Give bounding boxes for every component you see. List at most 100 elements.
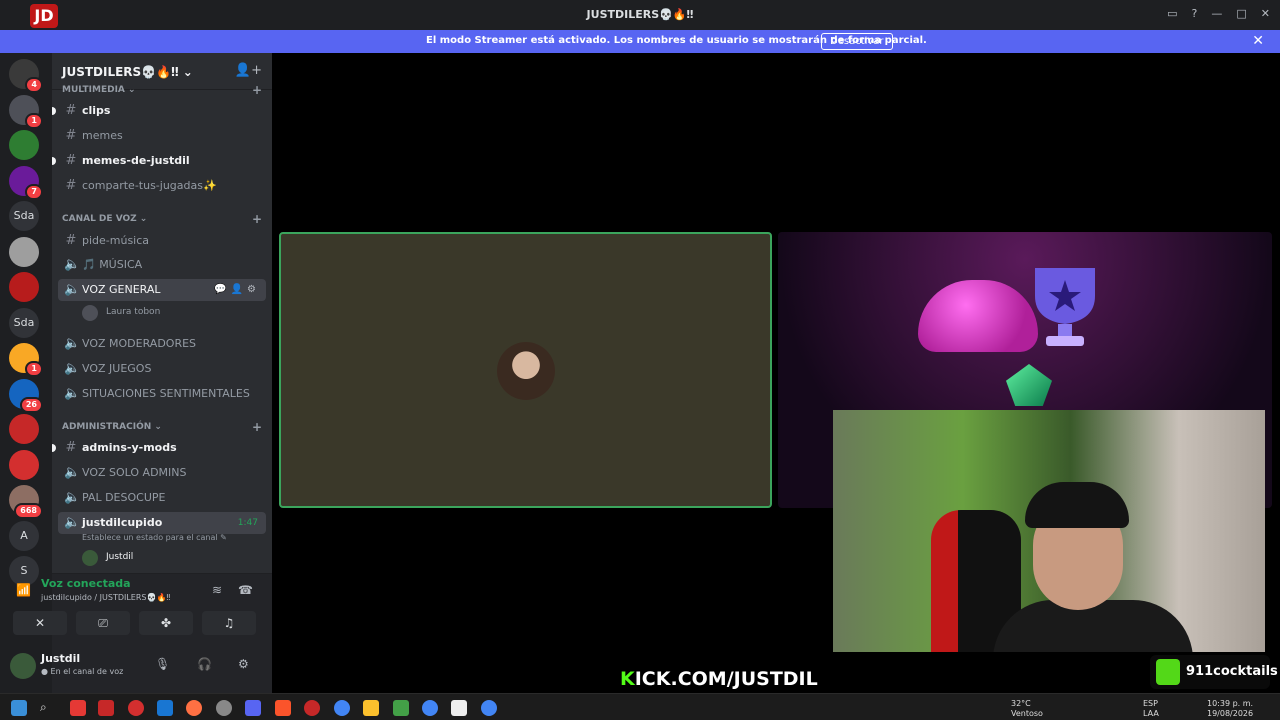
server-icon[interactable]: 4 — [9, 59, 43, 93]
avatar — [82, 305, 98, 321]
taskbar-app-icon[interactable] — [393, 700, 409, 716]
category-canal-de-voz[interactable]: CANAL DE VOZ ⌄ + — [62, 212, 262, 228]
discord-icon[interactable] — [245, 700, 261, 716]
channel-pide-musica[interactable]: # pide-música — [58, 230, 266, 252]
headphones-icon[interactable]: 🎧 — [197, 657, 212, 671]
file-explorer-icon[interactable] — [363, 700, 379, 716]
screen-share-button[interactable]: ⎚ — [76, 611, 130, 635]
server-icon[interactable] — [9, 236, 39, 267]
avatar — [82, 550, 98, 566]
server-icon[interactable]: 1 — [9, 94, 43, 129]
guild-name[interactable]: JUSTDILERS💀🔥‼ ⌄ — [62, 65, 193, 79]
capcut-icon[interactable] — [451, 700, 467, 716]
voice-connected-channel[interactable]: justdilcupido / JUSTDILERS💀🔥‼ — [41, 593, 170, 602]
channel-label: VOZ GENERAL — [82, 283, 161, 296]
channel-label: PAL DESOCUPE — [82, 491, 166, 504]
channel-label: clips — [82, 104, 111, 117]
channel-voz-moderadores[interactable]: 🔈 VOZ MODERADORES — [58, 333, 266, 355]
language-indicator[interactable]: ESP LAA — [1143, 699, 1159, 719]
channel-label: comparte-tus-jugadas✨ — [82, 179, 217, 192]
user-avatar[interactable] — [10, 653, 36, 679]
taskbar-app-icon[interactable] — [70, 700, 86, 716]
person-body — [993, 600, 1193, 652]
channel-status-note[interactable]: Establece un estado para el canal ✎ — [82, 533, 227, 542]
taskbar-app-icon[interactable] — [216, 700, 232, 716]
close-window-button[interactable]: ✕ — [1261, 7, 1270, 20]
channel-label: VOZ JUEGOS — [82, 362, 152, 375]
invite-icon[interactable]: 👤+ — [235, 63, 262, 78]
settings-gear-icon[interactable]: ⚙ — [238, 657, 249, 671]
firefox-icon[interactable] — [186, 700, 202, 716]
voice-user-name: Justdil — [106, 552, 134, 562]
channel-actions[interactable]: 💬👤⚙ — [214, 279, 260, 301]
brave-icon[interactable] — [275, 700, 291, 716]
server-icon[interactable]: A — [9, 520, 39, 551]
inbox-icon[interactable]: ▭ — [1167, 7, 1177, 20]
weather-widget[interactable]: 32°C Ventoso — [1011, 699, 1043, 719]
deactivate-button[interactable]: Desactivar — [821, 33, 893, 50]
clock[interactable]: 10:39 p. m. 19/08/2026 — [1207, 699, 1253, 719]
add-channel-icon[interactable]: + — [252, 420, 262, 434]
minimize-button[interactable]: — — [1211, 7, 1222, 20]
category-multimedia[interactable]: MULTIMEDIA ⌄ + — [62, 83, 262, 99]
microphone-icon[interactable]: 🎙 — [155, 657, 170, 671]
server-icon[interactable] — [9, 414, 39, 444]
channel-justdilcupido[interactable]: 🔈 justdilcupido 1:47 — [58, 512, 266, 534]
maximize-button[interactable]: □ — [1236, 7, 1246, 20]
user-name[interactable]: Justdil — [41, 652, 80, 665]
channel-voz-general[interactable]: 🔈 VOZ GENERAL 💬👤⚙ — [58, 279, 266, 301]
channel-comparte-tus-jugadas[interactable]: # comparte-tus-jugadas✨ — [58, 175, 266, 197]
server-icon[interactable]: Sda — [9, 201, 39, 231]
opera-icon[interactable] — [128, 700, 144, 716]
speaker-icon: 🔈 — [64, 257, 81, 272]
channel-voz-solo-admins[interactable]: 🔈 VOZ SOLO ADMINS — [58, 462, 266, 484]
add-channel-icon[interactable]: + — [252, 212, 262, 226]
channel-pal-desocupe[interactable]: 🔈 PAL DESOCUPE — [58, 487, 266, 509]
server-icon[interactable]: S — [9, 556, 39, 586]
chrome-icon[interactable] — [334, 700, 350, 716]
server-icon[interactable] — [9, 130, 39, 160]
unread-indicator — [52, 107, 56, 115]
participant-tile[interactable] — [279, 232, 772, 508]
start-icon[interactable] — [11, 700, 27, 716]
kick-prefix: K — [620, 668, 635, 690]
server-icon[interactable]: Sda — [9, 307, 39, 338]
hashtag-icon: # — [65, 440, 77, 455]
server-icon[interactable]: 1 — [9, 343, 43, 377]
channel-clips[interactable]: # clips — [52, 100, 266, 122]
server-icon[interactable]: 668 — [9, 485, 43, 519]
chrome-icon[interactable] — [481, 700, 497, 716]
mention-badge: 7 — [25, 183, 43, 200]
server-icon[interactable] — [9, 449, 39, 480]
close-icon[interactable]: ✕ — [1252, 33, 1264, 49]
channel-situaciones-sentimentales[interactable]: 🔈 SITUACIONES SENTIMENTALES — [58, 383, 266, 405]
channel-memes-de-justdil[interactable]: # memes-de-justdil — [52, 150, 266, 172]
channel-musica[interactable]: 🔈 🎵 MÚSICA — [58, 254, 266, 276]
help-icon[interactable]: ? — [1192, 7, 1198, 20]
weather-temp: 32°C — [1011, 699, 1031, 708]
taskbar-app-icon[interactable] — [157, 700, 173, 716]
voice-connected-title[interactable]: Voz conectada — [41, 577, 131, 590]
speaker-icon: 🔈 — [64, 336, 81, 351]
server-label: Sda — [13, 209, 35, 222]
clock-time: 10:39 p. m. — [1207, 699, 1254, 708]
search-icon[interactable]: ⌕ — [40, 700, 56, 716]
taskbar-app-icon[interactable] — [304, 700, 320, 716]
disconnect-icon[interactable]: ☎ — [238, 583, 253, 597]
server-icon[interactable] — [9, 272, 39, 302]
channel-voz-juegos[interactable]: 🔈 VOZ JUEGOS — [58, 358, 266, 380]
channel-admins-y-mods[interactable]: # admins-y-mods — [52, 437, 266, 459]
server-icon[interactable]: 7 — [9, 165, 43, 200]
activities-button[interactable]: ✤ — [139, 611, 193, 635]
taskbar-app-icon[interactable] — [98, 700, 114, 716]
noise-suppression-icon[interactable]: ≋ — [212, 583, 222, 597]
soundboard-button[interactable]: ♫ — [202, 611, 256, 635]
chrome-icon[interactable] — [422, 700, 438, 716]
channel-memes[interactable]: # memes — [58, 125, 266, 147]
signal-icon[interactable]: 📶 — [16, 583, 31, 597]
add-channel-icon[interactable]: + — [252, 83, 262, 97]
camera-off-button[interactable]: ✕ — [13, 611, 67, 635]
category-administracion[interactable]: ADMINISTRACIÓN ⌄ + — [62, 420, 262, 436]
server-icon[interactable]: 26 — [9, 378, 43, 413]
clock-date: 19/08/2026 — [1207, 709, 1254, 718]
